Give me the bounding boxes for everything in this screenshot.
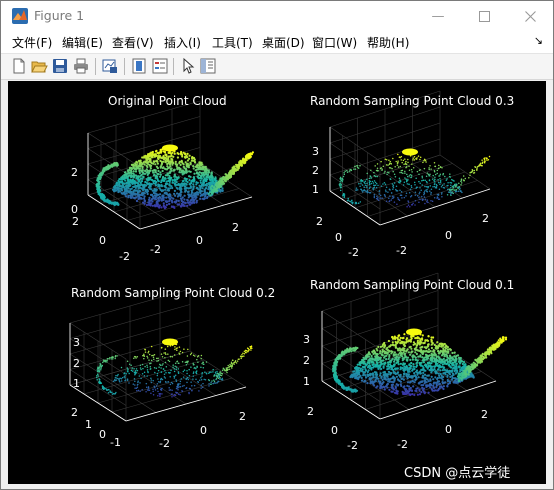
insert-legend-icon[interactable] xyxy=(151,57,169,75)
x-tick-label: 2 xyxy=(481,408,488,421)
z-tick-label: 2 xyxy=(71,166,78,179)
x-tick-label: 2 xyxy=(239,410,246,423)
x-tick-label: 0 xyxy=(445,423,452,436)
x-tick-label: 0 xyxy=(200,424,207,437)
y-tick-label: 2 xyxy=(71,406,78,419)
y-tick-label: -2 xyxy=(119,250,130,263)
x-tick-label: -2 xyxy=(150,243,161,256)
title-bar: Figure 1 — xyxy=(1,1,553,31)
menu-bar: 文件(F) 编辑(E) 查看(V) 插入(I) 工具(T) 桌面(D) 窗口(W… xyxy=(1,31,553,53)
y-tick-label: -1 xyxy=(110,436,121,449)
z-tick-label: 3 xyxy=(303,333,310,346)
y-tick-label: 0 xyxy=(99,234,106,247)
x-tick-label: 0 xyxy=(196,234,203,247)
subplot-1-axes xyxy=(87,100,254,230)
window-title: Figure 1 xyxy=(34,8,85,23)
x-tick-label: 0 xyxy=(445,229,452,242)
x-tick-label: -2 xyxy=(159,437,170,450)
y-tick-label: 2 xyxy=(316,215,323,228)
z-tick-label: 3 xyxy=(312,145,319,158)
toolbar xyxy=(1,53,553,80)
minimize-icon: — xyxy=(431,8,445,24)
menu-edit[interactable]: 编辑(E) xyxy=(62,34,103,51)
y-tick-label: 0 xyxy=(335,231,342,244)
minimize-button[interactable]: — xyxy=(415,1,461,31)
toolbar-separator xyxy=(173,58,174,75)
toolbar-separator xyxy=(95,58,96,75)
menu-window[interactable]: 窗口(W) xyxy=(312,34,357,51)
save-icon[interactable] xyxy=(51,57,69,75)
subplot-2-axes xyxy=(329,90,491,226)
dock-arrow-icon[interactable]: ↘ xyxy=(534,34,543,47)
y-tick-label: -2 xyxy=(347,439,358,452)
maximize-icon xyxy=(478,10,490,22)
menu-file[interactable]: 文件(F) xyxy=(12,34,52,51)
print-icon[interactable] xyxy=(72,57,90,75)
z-tick-label: 1 xyxy=(303,375,310,388)
close-button[interactable] xyxy=(507,1,553,31)
y-tick-label: -2 xyxy=(348,246,359,259)
insert-colorbar-icon[interactable] xyxy=(130,57,148,75)
watermark: CSDN @点云学徒 xyxy=(404,466,511,481)
z-tick-label: 2 xyxy=(73,357,80,370)
new-figure-icon[interactable] xyxy=(10,57,28,75)
subplot-4-title: Random Sampling Point Cloud 0.1 xyxy=(310,278,515,292)
close-icon xyxy=(524,10,536,22)
matlab-app-icon xyxy=(12,8,28,24)
x-tick-label: 2 xyxy=(482,212,489,225)
property-inspector-icon[interactable] xyxy=(199,57,217,75)
menu-desktop[interactable]: 桌面(D) xyxy=(262,34,305,51)
y-tick-label: 0 xyxy=(99,428,106,441)
z-tick-label: 1 xyxy=(73,377,80,390)
menu-tools[interactable]: 工具(T) xyxy=(212,34,253,51)
y-tick-label: 2 xyxy=(307,405,314,418)
figure-window: Figure 1 — 文件(F) 编辑(E) 查看(V) 插入(I) 工具(T)… xyxy=(0,0,554,490)
menu-help[interactable]: 帮助(H) xyxy=(367,34,409,51)
x-tick-label: 2 xyxy=(232,221,239,234)
maximize-button[interactable] xyxy=(461,1,507,31)
subplot-3-axes xyxy=(69,288,253,422)
link-plot-icon[interactable] xyxy=(101,57,119,75)
x-tick-label: -2 xyxy=(396,244,407,257)
y-tick-label: 2 xyxy=(72,215,79,228)
menu-view[interactable]: 查看(V) xyxy=(112,34,154,51)
subplot-4-axes xyxy=(321,272,508,420)
figure-canvas: Original Point Cloud 2 0 2 0 -2 -2 0 2 R… xyxy=(8,81,546,484)
subplot-1-title: Original Point Cloud xyxy=(108,94,227,108)
y-tick-label: 1 xyxy=(85,418,92,431)
menu-insert[interactable]: 插入(I) xyxy=(164,34,201,51)
subplot-2-title: Random Sampling Point Cloud 0.3 xyxy=(310,94,515,108)
z-tick-label: 3 xyxy=(73,336,80,349)
y-tick-label: 0 xyxy=(331,424,338,437)
select-arrow-icon[interactable] xyxy=(179,57,197,75)
z-tick-label: 1 xyxy=(312,183,319,196)
open-file-icon[interactable] xyxy=(30,57,48,75)
x-tick-label: -2 xyxy=(397,438,408,451)
z-tick-label: 2 xyxy=(312,164,319,177)
z-tick-label: 2 xyxy=(303,354,310,367)
toolbar-separator xyxy=(124,58,125,75)
subplot-3-title: Random Sampling Point Cloud 0.2 xyxy=(71,286,276,300)
